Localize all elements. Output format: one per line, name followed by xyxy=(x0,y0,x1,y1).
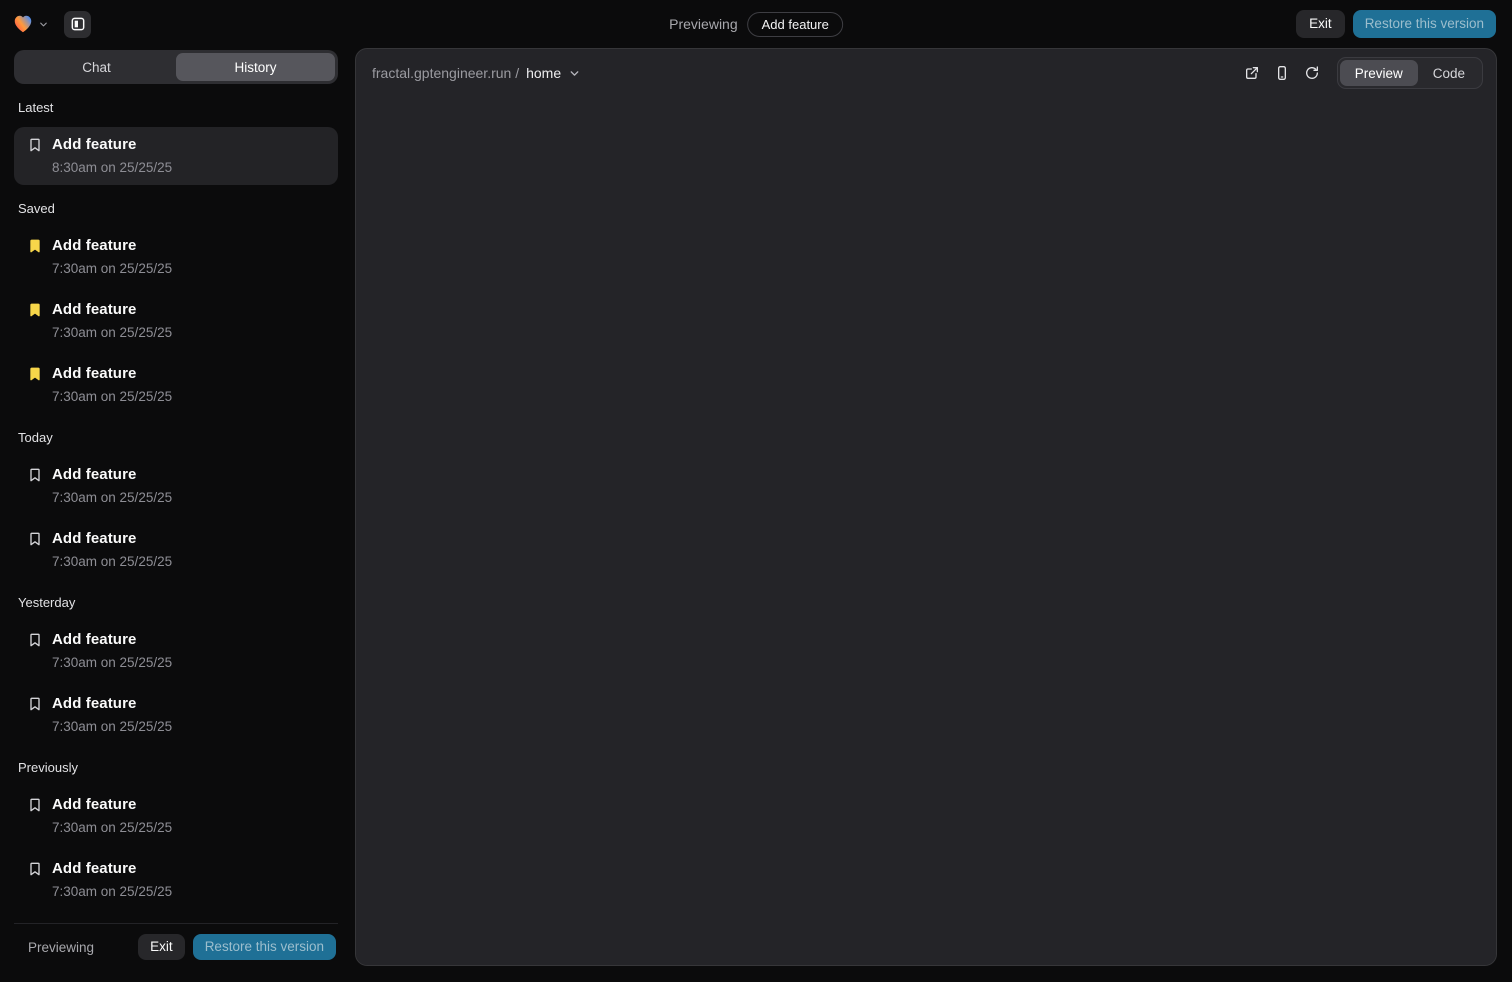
history-item-text: Add feature 7:30am on 25/25/25 xyxy=(52,859,172,900)
refresh-icon xyxy=(1304,65,1320,81)
history-item[interactable]: Add feature 7:30am on 25/25/25 xyxy=(14,228,338,286)
bookmark-filled-icon xyxy=(27,238,43,254)
bookmark-outline-icon xyxy=(27,632,43,648)
history-item[interactable]: Add feature 7:30am on 25/25/25 xyxy=(14,356,338,414)
preview-viewport[interactable] xyxy=(356,97,1496,965)
history-item-text: Add feature 7:30am on 25/25/25 xyxy=(52,465,172,506)
bookmark-outline-icon xyxy=(27,797,43,813)
topbar-left-group xyxy=(12,11,91,38)
history-item[interactable]: Add feature 7:30am on 25/25/25 xyxy=(14,787,338,845)
section-title-yesterday: Yesterday xyxy=(16,595,338,611)
section-title-today: Today xyxy=(16,430,338,446)
history-item-time: 7:30am on 25/25/25 xyxy=(52,260,172,277)
history-list: Latest Add feature 8:30am on 25/25/25 Sa… xyxy=(14,84,338,923)
preview-panel-header: fractal.gptengineer.run / home xyxy=(356,49,1496,97)
history-item[interactable]: Add feature 8:30am on 25/25/25 xyxy=(14,127,338,185)
tab-history[interactable]: History xyxy=(176,53,335,81)
history-item[interactable]: Add feature 7:30am on 25/25/25 xyxy=(14,457,338,515)
history-item[interactable]: Add feature 7:30am on 25/25/25 xyxy=(14,521,338,579)
history-item-title: Add feature xyxy=(52,795,172,815)
main-content-row: Chat History Latest Add feature 8:30am o… xyxy=(0,48,1512,974)
bookmark-outline-icon xyxy=(27,696,43,712)
history-item-time: 7:30am on 25/25/25 xyxy=(52,819,172,836)
sidebar-footer: Previewing Exit Restore this version xyxy=(14,923,338,966)
section-title-latest: Latest xyxy=(16,100,338,116)
history-item-time: 7:30am on 25/25/25 xyxy=(52,718,172,735)
preview-url-breadcrumb[interactable]: fractal.gptengineer.run / home xyxy=(372,65,581,81)
lovable-heart-icon xyxy=(12,13,34,35)
history-item-text: Add feature 7:30am on 25/25/25 xyxy=(52,529,172,570)
history-item-time: 7:30am on 25/25/25 xyxy=(52,553,172,570)
history-item[interactable]: Add feature 7:30am on 25/25/25 xyxy=(14,851,338,909)
chevron-down-icon xyxy=(38,19,49,30)
tab-code[interactable]: Code xyxy=(1418,60,1480,86)
history-item-time: 7:30am on 25/25/25 xyxy=(52,883,172,900)
topbar-center-group: Previewing Add feature xyxy=(669,0,843,48)
preview-panel: fractal.gptengineer.run / home xyxy=(355,48,1497,966)
tab-chat[interactable]: Chat xyxy=(17,53,176,81)
history-item[interactable]: Add feature 7:30am on 25/25/25 xyxy=(14,686,338,744)
version-badge[interactable]: Add feature xyxy=(748,12,843,37)
section-title-saved: Saved xyxy=(16,201,338,217)
preview-url-page: home xyxy=(526,65,561,81)
history-item-title: Add feature xyxy=(52,364,172,384)
app-logo-menu-button[interactable] xyxy=(12,13,49,35)
open-in-new-tab-button[interactable] xyxy=(1239,60,1265,86)
history-item-title: Add feature xyxy=(52,236,172,256)
history-item-title: Add feature xyxy=(52,135,172,155)
preview-code-switcher: Preview Code xyxy=(1337,57,1483,89)
bookmark-filled-icon xyxy=(27,302,43,318)
refresh-button[interactable] xyxy=(1299,60,1325,86)
history-item-title: Add feature xyxy=(52,300,172,320)
sidebar-toggle-button[interactable] xyxy=(64,11,91,38)
history-item[interactable]: Add feature 7:30am on 25/25/25 xyxy=(14,622,338,680)
restore-version-button[interactable]: Restore this version xyxy=(1353,10,1496,38)
bookmark-outline-icon xyxy=(27,467,43,483)
preview-url-prefix: fractal.gptengineer.run / xyxy=(372,65,519,81)
mobile-preview-button[interactable] xyxy=(1269,60,1295,86)
bookmark-outline-icon xyxy=(27,861,43,877)
history-item[interactable]: Add feature 7:30am on 25/25/25 xyxy=(14,292,338,350)
panel-left-icon xyxy=(70,16,86,32)
tab-preview[interactable]: Preview xyxy=(1340,60,1418,86)
top-bar: Previewing Add feature Exit Restore this… xyxy=(0,0,1512,48)
history-item-text: Add feature 8:30am on 25/25/25 xyxy=(52,135,172,176)
bookmark-filled-icon xyxy=(27,366,43,382)
bookmark-outline-icon xyxy=(27,137,43,153)
history-item-title: Add feature xyxy=(52,529,172,549)
history-item-time: 8:30am on 25/25/25 xyxy=(52,159,172,176)
history-item-time: 7:30am on 25/25/25 xyxy=(52,489,172,506)
previewing-label: Previewing xyxy=(28,940,94,955)
history-item-title: Add feature xyxy=(52,859,172,879)
history-item-time: 7:30am on 25/25/25 xyxy=(52,654,172,671)
history-item-title: Add feature xyxy=(52,630,172,650)
history-item-text: Add feature 7:30am on 25/25/25 xyxy=(52,364,172,405)
history-item-text: Add feature 7:30am on 25/25/25 xyxy=(52,630,172,671)
history-item-text: Add feature 7:30am on 25/25/25 xyxy=(52,236,172,277)
history-item-title: Add feature xyxy=(52,694,172,714)
sidebar-tab-switcher: Chat History xyxy=(14,50,338,84)
history-sidebar: Chat History Latest Add feature 8:30am o… xyxy=(14,48,338,966)
section-title-previously: Previously xyxy=(16,760,338,776)
previewing-label: Previewing xyxy=(669,16,737,32)
exit-button[interactable]: Exit xyxy=(1296,10,1345,38)
history-item-title: Add feature xyxy=(52,465,172,485)
preview-panel-actions: Preview Code xyxy=(1239,57,1483,89)
topbar-right-group: Exit Restore this version xyxy=(1296,10,1496,38)
history-item-text: Add feature 7:30am on 25/25/25 xyxy=(52,795,172,836)
chevron-down-icon xyxy=(568,67,581,80)
history-item-text: Add feature 7:30am on 25/25/25 xyxy=(52,300,172,341)
history-item-time: 7:30am on 25/25/25 xyxy=(52,324,172,341)
history-item-text: Add feature 7:30am on 25/25/25 xyxy=(52,694,172,735)
open-in-new-tab-icon xyxy=(1244,65,1260,81)
mobile-preview-icon xyxy=(1274,65,1290,81)
exit-button[interactable]: Exit xyxy=(138,934,185,960)
restore-version-button[interactable]: Restore this version xyxy=(193,934,336,960)
bookmark-outline-icon xyxy=(27,531,43,547)
history-item-time: 7:30am on 25/25/25 xyxy=(52,388,172,405)
